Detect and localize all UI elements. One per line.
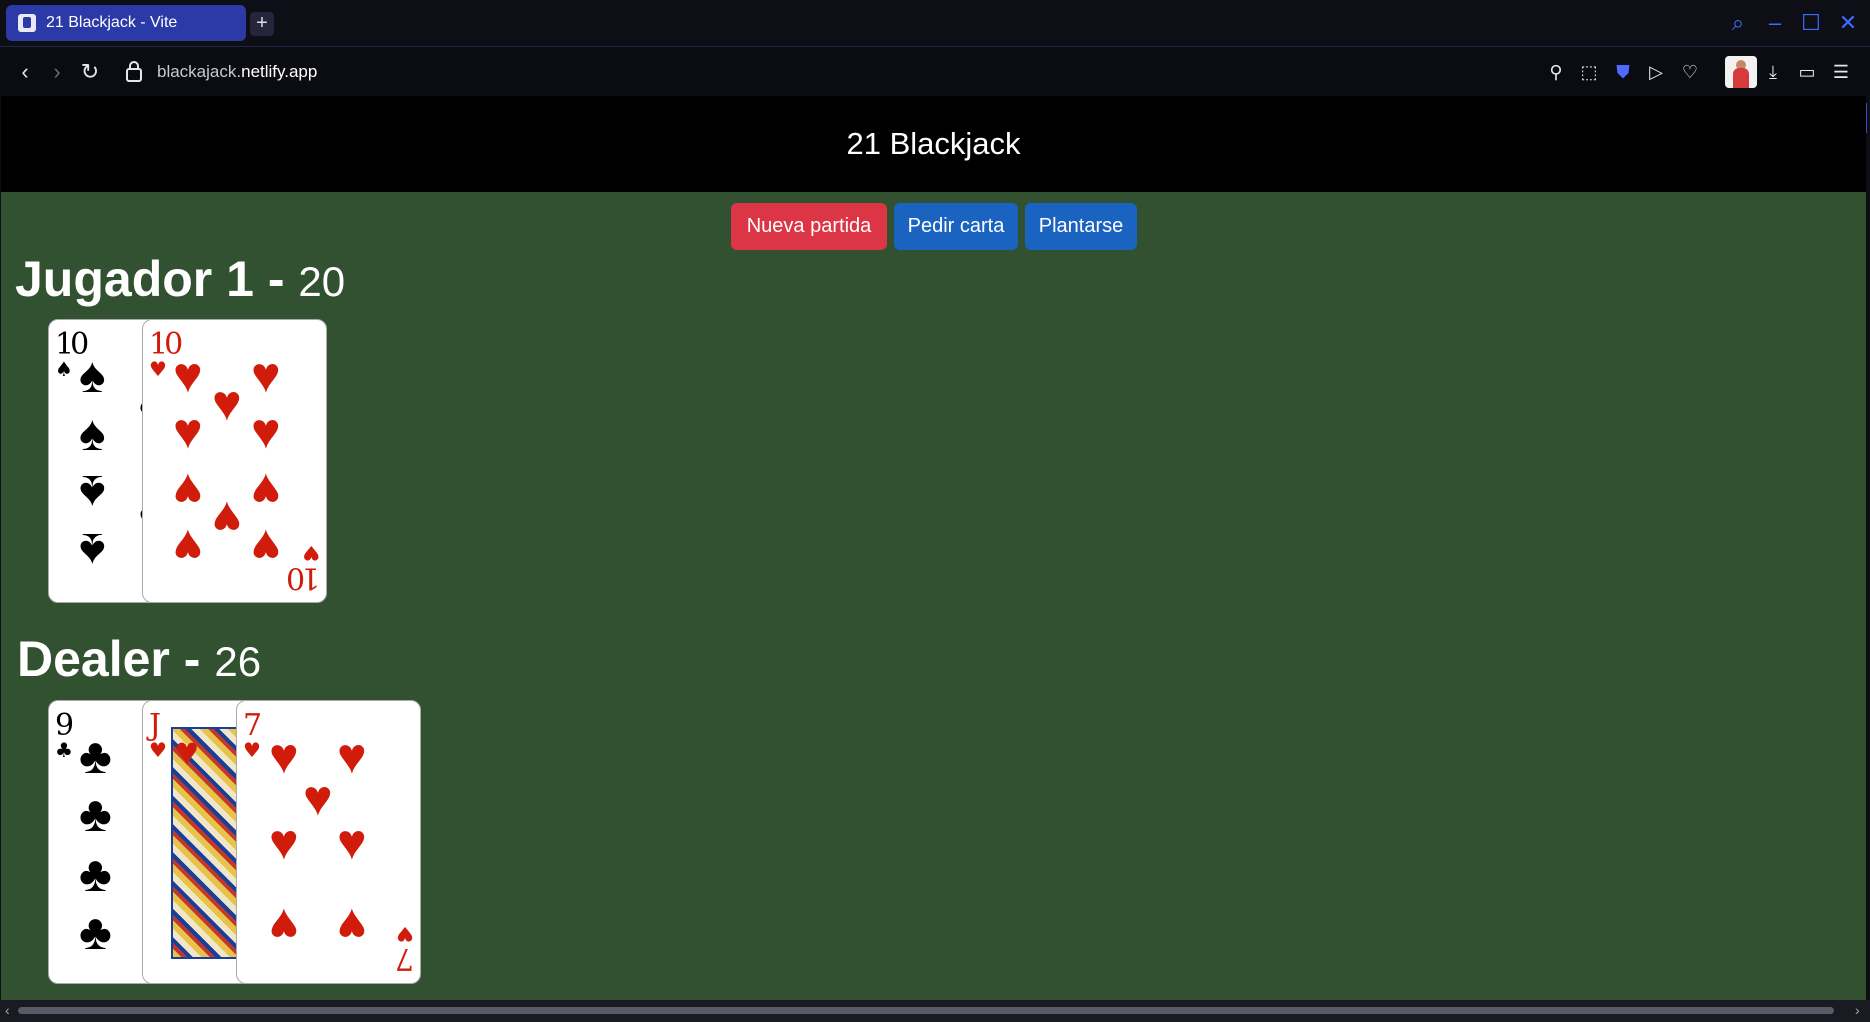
shield-icon[interactable]: ⛊ xyxy=(1610,59,1636,85)
spade-icon: ♠ xyxy=(79,523,106,579)
new-game-button[interactable]: Nueva partida xyxy=(731,203,887,250)
heart-icon: ♥ xyxy=(173,347,203,403)
card-rank: 7 xyxy=(398,941,414,976)
avatar[interactable] xyxy=(1725,56,1757,88)
player-score: 20 xyxy=(298,258,346,305)
spade-icon: ♠ xyxy=(79,465,106,521)
send-icon[interactable]: ▷ xyxy=(1643,59,1669,85)
club-icon: ♣ xyxy=(79,728,112,784)
heart-icon: ♥ xyxy=(337,728,367,784)
scroll-left-icon[interactable]: ‹ xyxy=(5,1002,10,1018)
card-suit: ♣ xyxy=(55,738,73,762)
heart-icon: ♥ xyxy=(303,770,333,826)
heart-icon: ♥ xyxy=(251,347,281,403)
search-icon[interactable]: ⌕ xyxy=(1723,8,1753,38)
card-suit: ♥ xyxy=(396,922,414,946)
maximize-icon[interactable]: ☐ xyxy=(1796,8,1826,38)
url-domain: netlify.app xyxy=(241,62,318,81)
club-icon: ♣ xyxy=(79,846,112,902)
scroll-right-icon[interactable]: › xyxy=(1855,1002,1860,1018)
url-host: blackajack. xyxy=(157,62,242,81)
player-separator: - xyxy=(267,251,285,307)
heart-icon: ♥ xyxy=(173,403,203,459)
heart-icon: ♥ xyxy=(212,491,242,547)
heart-icon: ♥ xyxy=(173,519,203,575)
pin-icon[interactable]: ⚲ xyxy=(1543,59,1569,85)
club-icon: ♣ xyxy=(79,904,112,960)
heart-icon: ♥ xyxy=(251,519,281,575)
address-bar: ‹ › ↻ blackajack.netlify.app ⚲ ⬚ ⛊ ▷ ♡ ⤓… xyxy=(0,46,1870,133)
player-card: 10 ♥ 10 ♥ ♥ ♥ ♥ ♥ ♥ ♥ ♥ ♥ ♥ ♥ xyxy=(142,319,327,603)
card-corner: J ♥ xyxy=(149,711,169,762)
heart-icon: ♥ xyxy=(269,814,299,870)
browser-tab[interactable]: 21 Blackjack - Vite xyxy=(6,5,246,41)
spade-icon: ♠ xyxy=(79,405,106,461)
heart-icon: ♥ xyxy=(175,730,199,774)
lock-icon xyxy=(126,61,142,82)
dealer-heading: Dealer - 26 xyxy=(17,630,261,688)
stand-button[interactable]: Plantarse xyxy=(1025,203,1137,250)
player-heading: Jugador 1 - 20 xyxy=(15,250,345,308)
heart-icon: ♥ xyxy=(269,898,299,954)
download-icon[interactable]: ⤓ xyxy=(1760,59,1786,85)
player-name: Jugador 1 xyxy=(15,251,254,307)
club-icon: ♣ xyxy=(79,786,112,842)
new-tab-button[interactable]: + xyxy=(250,12,274,36)
url-field[interactable]: blackajack.netlify.app xyxy=(157,62,317,82)
card-suit: ♥ xyxy=(243,738,261,762)
heart-icon: ♥ xyxy=(269,728,299,784)
cards-favicon-icon xyxy=(18,14,36,32)
dealer-separator: - xyxy=(183,631,201,687)
forward-arrow-icon[interactable]: › xyxy=(42,57,72,87)
reload-icon[interactable]: ↻ xyxy=(75,57,105,87)
heart-icon: ♥ xyxy=(173,463,203,519)
heart-icon[interactable]: ♡ xyxy=(1677,59,1703,85)
back-arrow-icon[interactable]: ‹ xyxy=(10,57,40,87)
page-title: 21 Blackjack xyxy=(1,96,1866,192)
browser-titlebar: 21 Blackjack - Vite + ⌕ – ☐ ✕ xyxy=(0,0,1870,46)
dealer-name: Dealer xyxy=(17,631,170,687)
game-page: 21 Blackjack Nueva partida Pedir carta P… xyxy=(1,96,1866,1000)
card-suit: ♥ xyxy=(149,738,167,762)
spade-icon: ♠ xyxy=(79,347,106,403)
horizontal-scrollbar[interactable]: ‹ › xyxy=(0,1000,1870,1022)
card-corner-bottom: 10 ♥ xyxy=(289,541,320,595)
card-corner: 7 ♥ xyxy=(243,711,262,762)
card-corner: 9 ♣ xyxy=(55,711,74,762)
heart-icon: ♥ xyxy=(212,375,242,431)
minimize-icon[interactable]: – xyxy=(1760,8,1790,38)
tab-title: 21 Blackjack - Vite xyxy=(46,14,178,31)
screenshot-icon[interactable]: ⬚ xyxy=(1576,59,1602,85)
hit-button[interactable]: Pedir carta xyxy=(894,203,1018,250)
heart-icon: ♥ xyxy=(337,814,367,870)
card-corner-bottom: 7 ♥ xyxy=(396,922,414,976)
close-icon[interactable]: ✕ xyxy=(1833,8,1863,38)
menu-icon[interactable]: ☰ xyxy=(1828,59,1854,85)
dealer-card: 7 ♥ 7 ♥ ♥ ♥ ♥ ♥ ♥ ♥ ♥ xyxy=(236,700,421,984)
heart-icon: ♥ xyxy=(251,403,281,459)
heart-icon: ♥ xyxy=(337,898,367,954)
scrollbar-thumb[interactable] xyxy=(18,1007,1834,1014)
card-rank: 10 xyxy=(289,560,320,595)
heart-icon: ♥ xyxy=(251,463,281,519)
dealer-score: 26 xyxy=(214,638,262,685)
battery-icon[interactable]: ▭ xyxy=(1794,59,1820,85)
